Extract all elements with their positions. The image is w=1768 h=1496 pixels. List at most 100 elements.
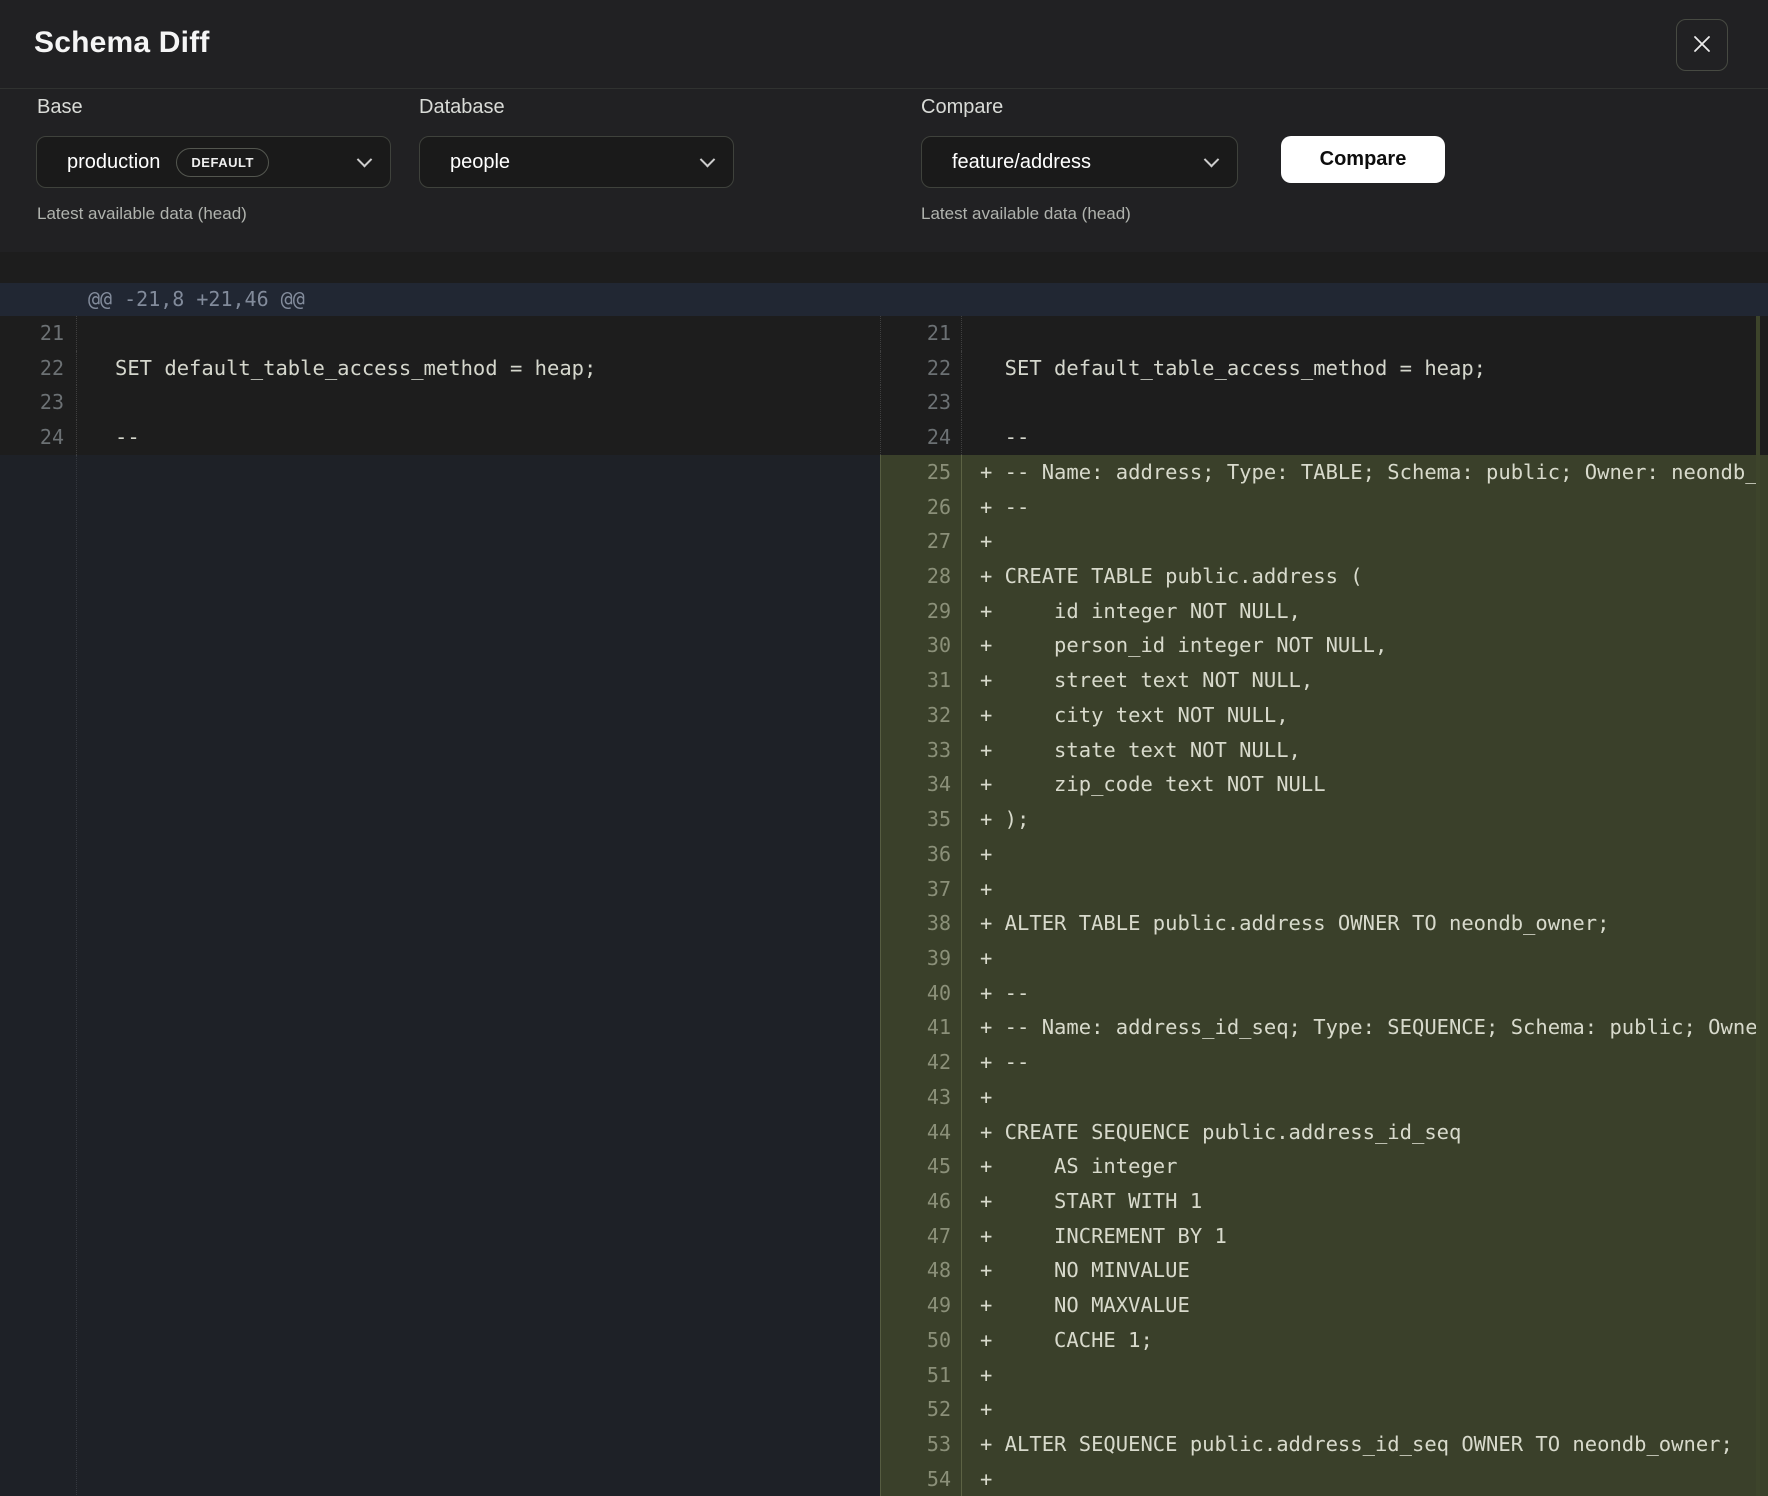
diff-line: 49+ NO MAXVALUE [880, 1288, 1768, 1323]
compare-branch-value: feature/address [952, 151, 1091, 174]
diff-line: 23 [880, 385, 1768, 420]
line-number: 25 [880, 455, 962, 490]
diff-line: 47+ INCREMENT BY 1 [880, 1219, 1768, 1254]
database-select[interactable]: people [419, 136, 734, 188]
diff-line: 52+ [880, 1392, 1768, 1427]
line-number: 21 [880, 316, 962, 351]
line-number: 39 [880, 941, 962, 976]
base-branch-select[interactable]: production DEFAULT [36, 136, 391, 188]
default-badge: DEFAULT [176, 148, 268, 177]
diff-editor[interactable]: @@ -21,8 +21,46 @@ 2122SET default_table… [0, 252, 1768, 1496]
page-title: Schema Diff [34, 26, 210, 60]
line-number: 50 [880, 1323, 962, 1358]
code-text: + INCREMENT BY 1 [962, 1219, 1768, 1254]
line-number: 23 [880, 385, 962, 420]
code-text: + [962, 1080, 1768, 1115]
line-number: 38 [880, 906, 962, 941]
diff-line: 54+ [880, 1462, 1768, 1496]
diff-line: 33+ state text NOT NULL, [880, 733, 1768, 768]
overview-ruler [1756, 316, 1760, 1496]
line-number: 52 [880, 1392, 962, 1427]
diff-line: 34+ zip_code text NOT NULL [880, 767, 1768, 802]
line-number: 35 [880, 802, 962, 837]
diff-line: 24-- [0, 420, 880, 455]
diff-left-pane[interactable]: 2122SET default_table_access_method = he… [0, 316, 880, 1496]
diff-line: 26+ -- [880, 490, 1768, 525]
line-number: 21 [0, 316, 77, 351]
line-number: 47 [880, 1219, 962, 1254]
line-number: 24 [880, 420, 962, 455]
code-text: + person_id integer NOT NULL, [962, 628, 1768, 663]
compare-branch-select[interactable]: feature/address [921, 136, 1238, 188]
line-number: 44 [880, 1115, 962, 1150]
code-text [962, 385, 1768, 420]
line-number: 37 [880, 872, 962, 907]
chevron-down-icon [1204, 151, 1220, 167]
line-number: 22 [880, 351, 962, 386]
base-hint: Latest available data (head) [37, 204, 247, 224]
code-text: + NO MAXVALUE [962, 1288, 1768, 1323]
diff-line: 22 SET default_table_access_method = hea… [880, 351, 1768, 386]
base-label: Base [37, 96, 83, 119]
code-text: + -- Name: address; Type: TABLE; Schema:… [962, 455, 1768, 490]
line-number: 43 [880, 1080, 962, 1115]
diff-line: 48+ NO MINVALUE [880, 1253, 1768, 1288]
code-text: + [962, 1392, 1768, 1427]
diff-line: 22SET default_table_access_method = heap… [0, 351, 880, 386]
line-number: 36 [880, 837, 962, 872]
database-value: people [450, 151, 510, 174]
line-number: 51 [880, 1358, 962, 1393]
diff-line: 23 [0, 385, 880, 420]
diff-line: 30+ person_id integer NOT NULL, [880, 628, 1768, 663]
diff-line: 29+ id integer NOT NULL, [880, 594, 1768, 629]
diff-line: 45+ AS integer [880, 1149, 1768, 1184]
database-label: Database [419, 96, 505, 119]
line-number: 34 [880, 767, 962, 802]
code-text: + -- Name: address_id_seq; Type: SEQUENC… [962, 1010, 1768, 1045]
code-text: + CACHE 1; [962, 1323, 1768, 1358]
line-number: 45 [880, 1149, 962, 1184]
line-number: 22 [0, 351, 77, 386]
diff-line: 31+ street text NOT NULL, [880, 663, 1768, 698]
code-text: + zip_code text NOT NULL [962, 767, 1768, 802]
diff-line: 51+ [880, 1358, 1768, 1393]
code-text: + [962, 524, 1768, 559]
code-text: + -- [962, 976, 1768, 1011]
diff-line: 21 [880, 316, 1768, 351]
line-number: 54 [880, 1462, 962, 1496]
code-text: + state text NOT NULL, [962, 733, 1768, 768]
line-number: 26 [880, 490, 962, 525]
code-text: -- [77, 420, 880, 455]
compare-button[interactable]: Compare [1281, 136, 1445, 183]
close-button[interactable] [1676, 19, 1728, 71]
code-text: + id integer NOT NULL, [962, 594, 1768, 629]
line-number: 42 [880, 1045, 962, 1080]
code-text: + ALTER TABLE public.address OWNER TO ne… [962, 906, 1768, 941]
line-number: 23 [0, 385, 77, 420]
chevron-down-icon [357, 151, 373, 167]
line-number: 28 [880, 559, 962, 594]
diff-line: 42+ -- [880, 1045, 1768, 1080]
line-number: 32 [880, 698, 962, 733]
line-number: 40 [880, 976, 962, 1011]
diff-line: 24 -- [880, 420, 1768, 455]
diff-line: 25+ -- Name: address; Type: TABLE; Schem… [880, 455, 1768, 490]
code-text: + [962, 1358, 1768, 1393]
line-number: 41 [880, 1010, 962, 1045]
close-icon [1691, 33, 1713, 58]
code-text: + CREATE SEQUENCE public.address_id_seq [962, 1115, 1768, 1150]
code-text: + street text NOT NULL, [962, 663, 1768, 698]
branch-controls: Base production DEFAULT Latest available… [0, 89, 1768, 252]
base-branch-value: production [67, 151, 160, 174]
diff-line: 38+ ALTER TABLE public.address OWNER TO … [880, 906, 1768, 941]
diff-line: 44+ CREATE SEQUENCE public.address_id_se… [880, 1115, 1768, 1150]
diff-line: 27+ [880, 524, 1768, 559]
code-text: SET default_table_access_method = heap; [77, 351, 880, 386]
diff-line: 39+ [880, 941, 1768, 976]
code-text: -- [962, 420, 1768, 455]
diff-line: 37+ [880, 872, 1768, 907]
diff-line: 36+ [880, 837, 1768, 872]
code-text: + ALTER SEQUENCE public.address_id_seq O… [962, 1427, 1768, 1462]
diff-right-pane[interactable]: 21 22 SET default_table_access_method = … [880, 316, 1768, 1496]
code-text: SET default_table_access_method = heap; [962, 351, 1768, 386]
